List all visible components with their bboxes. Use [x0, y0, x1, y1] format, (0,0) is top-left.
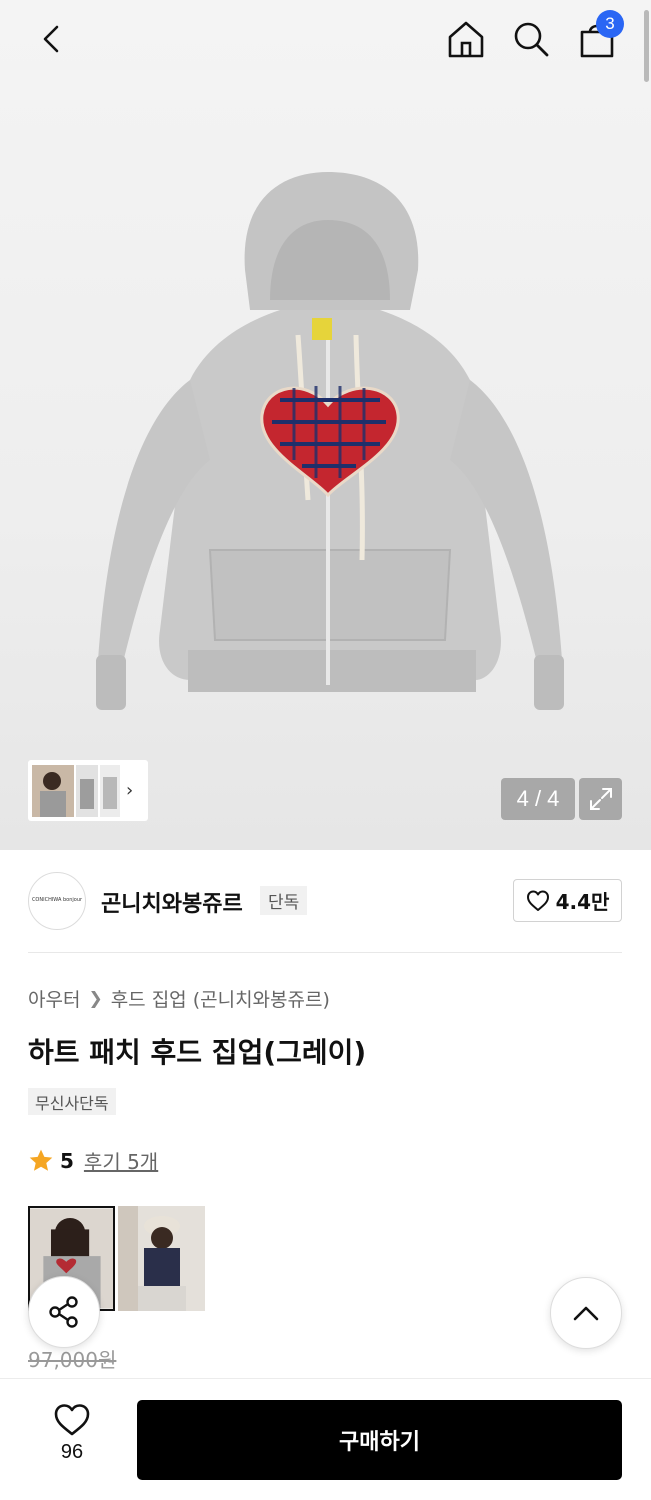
home-button[interactable]: [443, 16, 489, 62]
home-icon: [448, 21, 484, 58]
brand-logo[interactable]: CONICHIWA bonjour: [28, 872, 86, 930]
breadcrumb: 아우터 ❯ 후드 집업 (곤니치와봉쥬르): [28, 985, 330, 1012]
cart-button[interactable]: 3: [574, 10, 624, 62]
wishlist-count: 96: [60, 1441, 84, 1463]
original-price: 97,000원: [28, 1348, 117, 1372]
image-counter: 4 / 4: [501, 778, 575, 820]
bottom-action-bar: 96 구매하기: [0, 1378, 651, 1500]
product-title: 하트 패치 후드 집업(그레이): [28, 1036, 367, 1069]
expand-button[interactable]: [579, 778, 622, 820]
brand-like-button[interactable]: 4.4만: [513, 879, 622, 922]
review-count-link[interactable]: 후기 5개: [84, 1146, 158, 1175]
brand-row: CONICHIWA bonjour 곤니치와봉쥬르 단독 4.4만: [28, 870, 622, 932]
breadcrumb-item-subcategory[interactable]: 후드 집업 (곤니치와봉쥬르): [111, 985, 330, 1012]
exclusive-badge: 무신사단독: [28, 1088, 116, 1115]
search-icon: [514, 22, 549, 57]
product-image-gallery[interactable]: 3 › 4 / 4: [0, 0, 651, 850]
divider: [28, 952, 622, 953]
heart-icon: [526, 890, 549, 911]
thumbnail-images: [32, 764, 120, 817]
search-button[interactable]: [508, 16, 554, 62]
brand-logo-text: CONICHIWA bonjour: [31, 897, 83, 904]
share-icon: [49, 1296, 78, 1328]
chevron-left-icon: [43, 25, 59, 53]
brand-like-count: 4.4만: [555, 890, 610, 914]
chevron-right-icon: ❯: [88, 988, 103, 1009]
expand-icon: [589, 788, 612, 810]
brand-exclusive-tag: 단독: [260, 886, 308, 915]
top-nav-bar: 3: [0, 0, 651, 84]
chevron-up-icon: [573, 1306, 599, 1321]
product-image: [96, 172, 564, 710]
buy-button[interactable]: 구매하기: [137, 1400, 622, 1480]
star-icon: [29, 1149, 53, 1171]
chevron-right-icon: ›: [126, 780, 134, 801]
share-button[interactable]: [28, 1276, 100, 1348]
rating-score: 5: [60, 1148, 74, 1173]
gallery-thumbnail-strip[interactable]: ›: [28, 760, 148, 821]
brand-name[interactable]: 곤니치와봉쥬르: [101, 886, 243, 918]
wishlist-button[interactable]: 96: [34, 1403, 110, 1475]
scroll-to-top-button[interactable]: [550, 1277, 622, 1349]
rating-summary: 5 후기 5개: [28, 1146, 158, 1175]
back-button[interactable]: [28, 16, 74, 62]
cart-count-badge: 3: [596, 10, 624, 38]
review-photo[interactable]: [118, 1206, 205, 1311]
breadcrumb-item-category[interactable]: 아우터: [28, 985, 80, 1012]
heart-icon: [54, 1404, 90, 1436]
